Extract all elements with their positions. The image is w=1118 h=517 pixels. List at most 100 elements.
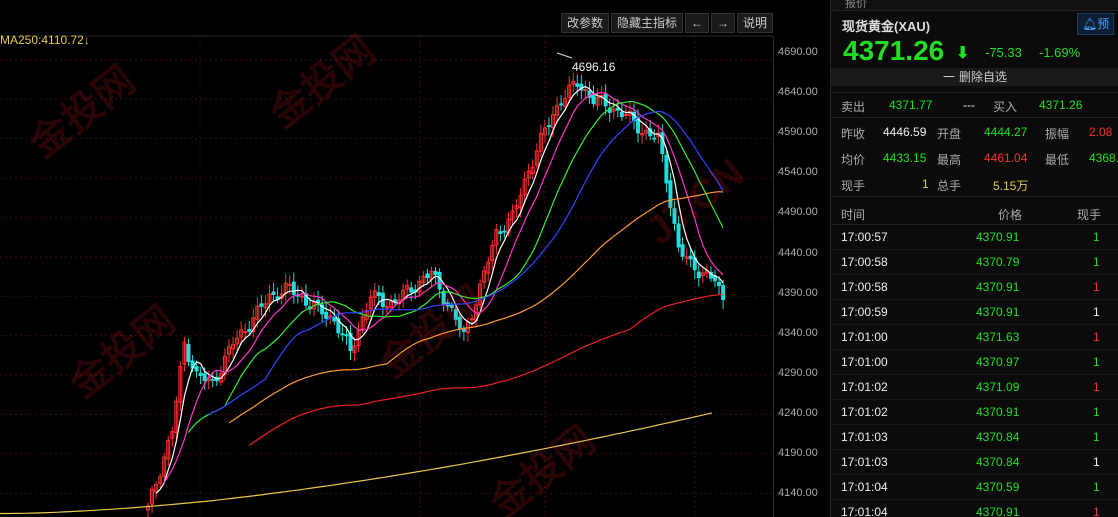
last-price: 4371.26 bbox=[843, 35, 945, 66]
price-change-pct: -1.69% bbox=[1039, 45, 1081, 60]
hide-indicator-button[interactable]: 隐藏主指标 bbox=[611, 13, 684, 33]
total-volume-label: 总手 bbox=[937, 179, 962, 193]
stat-label: 均价 bbox=[841, 153, 866, 167]
trade-price: 4370.91 bbox=[976, 305, 1020, 319]
trade-row: 17:01:04 4370.59 1 bbox=[831, 475, 1118, 500]
candle-body bbox=[441, 290, 446, 305]
trade-volume: 1 bbox=[1093, 330, 1100, 344]
price-axis: 4690.00 4640.00 4590.00 4540.00 4490.00 … bbox=[773, 36, 830, 517]
trade-price: 4370.91 bbox=[976, 230, 1020, 244]
bid-ask-row: 卖出 4371.77 --- 买入 4371.26 bbox=[831, 92, 1118, 118]
stat-value: 2.08 bbox=[1089, 125, 1113, 139]
trade-price: 4370.84 bbox=[976, 455, 1020, 469]
arrow-left-icon[interactable]: ← bbox=[685, 13, 710, 33]
trades-header: 时间 价格 现手 bbox=[831, 202, 1118, 225]
price-change: -75.33 bbox=[985, 45, 1022, 60]
trade-price: 4370.91 bbox=[976, 505, 1020, 517]
stats-block: 昨收 4446.59 开盘 4444.27 振幅 2.08 均价 4433.15… bbox=[831, 118, 1118, 202]
trade-volume: 1 bbox=[1093, 430, 1100, 444]
candle-body bbox=[664, 154, 669, 184]
params-button[interactable]: 改参数 bbox=[561, 13, 610, 33]
candle-body bbox=[498, 231, 503, 234]
candle-body bbox=[623, 113, 628, 116]
trade-time: 17:01:00 bbox=[841, 355, 888, 369]
stat-value: 4433.15 bbox=[883, 151, 927, 165]
trade-row: 17:01:04 4370.91 1 bbox=[831, 500, 1118, 517]
trade-volume: 1 bbox=[1093, 255, 1100, 269]
buy-label: 买入 bbox=[993, 100, 1018, 114]
trade-row: 17:01:02 4371.09 1 bbox=[831, 375, 1118, 400]
candle-body bbox=[575, 83, 580, 87]
axis-tick: 4590.00 bbox=[778, 126, 818, 138]
candle-body bbox=[591, 94, 596, 105]
candle-body bbox=[210, 378, 215, 381]
ma250-line bbox=[0, 412, 713, 515]
stat-value: 4444.27 bbox=[984, 125, 1028, 139]
candle-body bbox=[652, 137, 657, 140]
header-volume: 现手 bbox=[1077, 208, 1102, 222]
candle-body bbox=[291, 281, 296, 295]
remove-watchlist-button[interactable]: 一删除自选 bbox=[831, 68, 1118, 86]
candle-body bbox=[461, 329, 466, 332]
trade-time: 17:00:58 bbox=[841, 280, 888, 294]
candle-body bbox=[688, 255, 693, 260]
axis-tick: 4390.00 bbox=[778, 287, 818, 299]
candle-body bbox=[449, 304, 454, 309]
trades-list[interactable]: 17:00:57 4370.91 1 17:00:58 4370.79 1 17:00:58… bbox=[831, 225, 1118, 517]
candle-body bbox=[247, 329, 252, 332]
trade-volume: 1 bbox=[1093, 230, 1100, 244]
trade-time: 17:00:57 bbox=[841, 230, 888, 244]
axis-tick: 4690.00 bbox=[778, 46, 818, 58]
trade-time: 17:01:04 bbox=[841, 480, 888, 494]
candle-body bbox=[259, 303, 264, 307]
candle-body bbox=[546, 125, 551, 128]
axis-tick: 4240.00 bbox=[778, 407, 818, 419]
candle-body bbox=[619, 111, 624, 118]
trade-volume: 1 bbox=[1093, 505, 1100, 517]
candle-body bbox=[668, 180, 673, 208]
candle-body bbox=[271, 291, 276, 295]
axis-tick: 4440.00 bbox=[778, 247, 818, 259]
trade-time: 17:01:04 bbox=[841, 505, 888, 517]
ma250-label: MA250:4110.72↓ bbox=[0, 33, 90, 47]
candle-body bbox=[324, 311, 329, 319]
trade-price: 4371.09 bbox=[976, 380, 1020, 394]
candle-body bbox=[340, 333, 345, 336]
trade-time: 17:01:03 bbox=[841, 455, 888, 469]
tab-quote[interactable]: 报价 bbox=[845, 0, 867, 11]
candlestick-chart[interactable] bbox=[0, 0, 830, 517]
header-time: 时间 bbox=[841, 208, 866, 222]
candle-body bbox=[198, 372, 203, 377]
axis-tick: 4290.00 bbox=[778, 367, 818, 379]
stat-label: 最低 bbox=[1045, 153, 1070, 167]
trade-price: 4370.97 bbox=[976, 355, 1020, 369]
arrow-right-icon[interactable]: → bbox=[711, 13, 736, 33]
trade-volume: 1 bbox=[1093, 480, 1100, 494]
candle-body bbox=[243, 330, 248, 333]
bell-icon: 🔔︎ bbox=[1082, 17, 1098, 31]
trade-row: 17:00:58 4370.91 1 bbox=[831, 275, 1118, 300]
minus-icon: 一 bbox=[942, 70, 955, 84]
axis-tick: 4490.00 bbox=[778, 206, 818, 218]
predict-label: 预 bbox=[1097, 17, 1110, 31]
ma120-line bbox=[248, 293, 724, 446]
stat-row: 均价 4433.15 最高 4461.04 最低 4368. bbox=[831, 144, 1118, 170]
stat-value: 4368. bbox=[1089, 151, 1118, 165]
trade-time: 17:01:00 bbox=[841, 330, 888, 344]
trade-row: 17:00:57 4370.91 1 bbox=[831, 225, 1118, 250]
ma20-line bbox=[188, 100, 724, 433]
candle-body bbox=[332, 317, 337, 322]
kline-chart-area[interactable]: 改参数 隐藏主指标 ← → 说明 MA250:4110.72↓ 4696.16 … bbox=[0, 0, 830, 517]
trade-row: 17:00:58 4370.79 1 bbox=[831, 250, 1118, 275]
ma30-line bbox=[208, 110, 724, 415]
volume-row: 现手 1 总手 5.15万 bbox=[831, 170, 1118, 197]
candle-body bbox=[186, 343, 191, 362]
symbol-row: 现货黄金(XAU) 🔔︎预 bbox=[831, 11, 1118, 35]
trade-volume: 1 bbox=[1093, 355, 1100, 369]
arrow-down-icon: ⬇ bbox=[956, 45, 970, 62]
total-volume: 5.15万 bbox=[993, 179, 1029, 193]
help-button[interactable]: 说明 bbox=[737, 13, 774, 33]
axis-tick: 4190.00 bbox=[778, 447, 818, 459]
candle-body bbox=[344, 334, 349, 337]
trade-volume: 1 bbox=[1093, 380, 1100, 394]
